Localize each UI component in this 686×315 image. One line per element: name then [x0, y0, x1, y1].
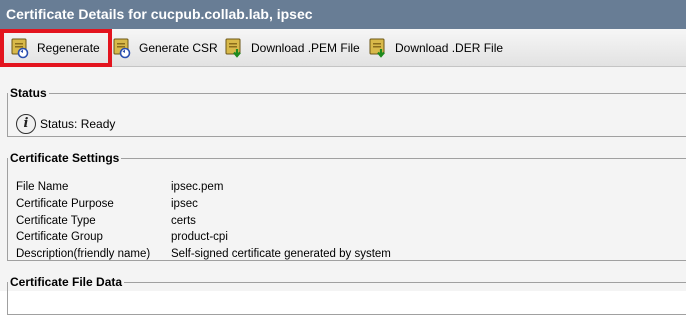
- status-text: Status: Ready: [40, 117, 116, 131]
- settings-key: File Name: [16, 181, 69, 194]
- settings-key: Certificate Group: [16, 231, 103, 244]
- status-section: Status i Status: Ready: [7, 86, 686, 137]
- regenerate-highlight: [0, 29, 112, 67]
- table-row: Certificate Purpose ipsec: [16, 196, 391, 213]
- table-row: Description(friendly name) Self-signed c…: [16, 246, 391, 263]
- settings-key: Certificate Type: [16, 214, 96, 227]
- settings-key: Description(friendly name): [16, 248, 151, 261]
- window-title: Certificate Details for cucpub.collab.la…: [0, 0, 686, 29]
- download-der-label: Download .DER File: [395, 41, 504, 55]
- certificate-file-data-section: Certificate File Data: [7, 275, 686, 315]
- settings-value: Self-signed certificate generated by sys…: [171, 248, 391, 261]
- settings-value: ipsec: [171, 198, 198, 211]
- settings-legend: Certificate Settings: [10, 151, 120, 165]
- settings-value: product-cpi: [171, 231, 228, 244]
- table-row: Certificate Group product-cpi: [16, 229, 391, 246]
- download-pem-label: Download .PEM File: [251, 41, 360, 55]
- certificate-download-icon: [368, 37, 389, 59]
- status-legend: Status: [10, 86, 47, 100]
- settings-table: File Name ipsec.pem Certificate Purpose …: [16, 179, 391, 262]
- settings-key: Certificate Purpose: [16, 198, 114, 211]
- table-row: Certificate Type certs: [16, 212, 391, 229]
- generate-csr-button[interactable]: Generate CSR: [112, 35, 218, 61]
- settings-value: certs: [171, 214, 196, 227]
- content-area: Status i Status: Ready Certificate Setti…: [0, 67, 686, 315]
- generate-csr-label: Generate CSR: [139, 41, 218, 55]
- info-icon: i: [16, 114, 36, 134]
- certificate-download-icon: [224, 37, 245, 59]
- download-pem-button[interactable]: Download .PEM File: [224, 35, 360, 61]
- download-der-button[interactable]: Download .DER File: [368, 35, 503, 61]
- certificate-settings-section: Certificate Settings File Name ipsec.pem…: [7, 151, 686, 261]
- certificate-regenerate-icon: [112, 37, 133, 59]
- file-data-legend: Certificate File Data: [10, 275, 123, 289]
- table-row: File Name ipsec.pem: [16, 179, 391, 196]
- settings-value: ipsec.pem: [171, 181, 224, 194]
